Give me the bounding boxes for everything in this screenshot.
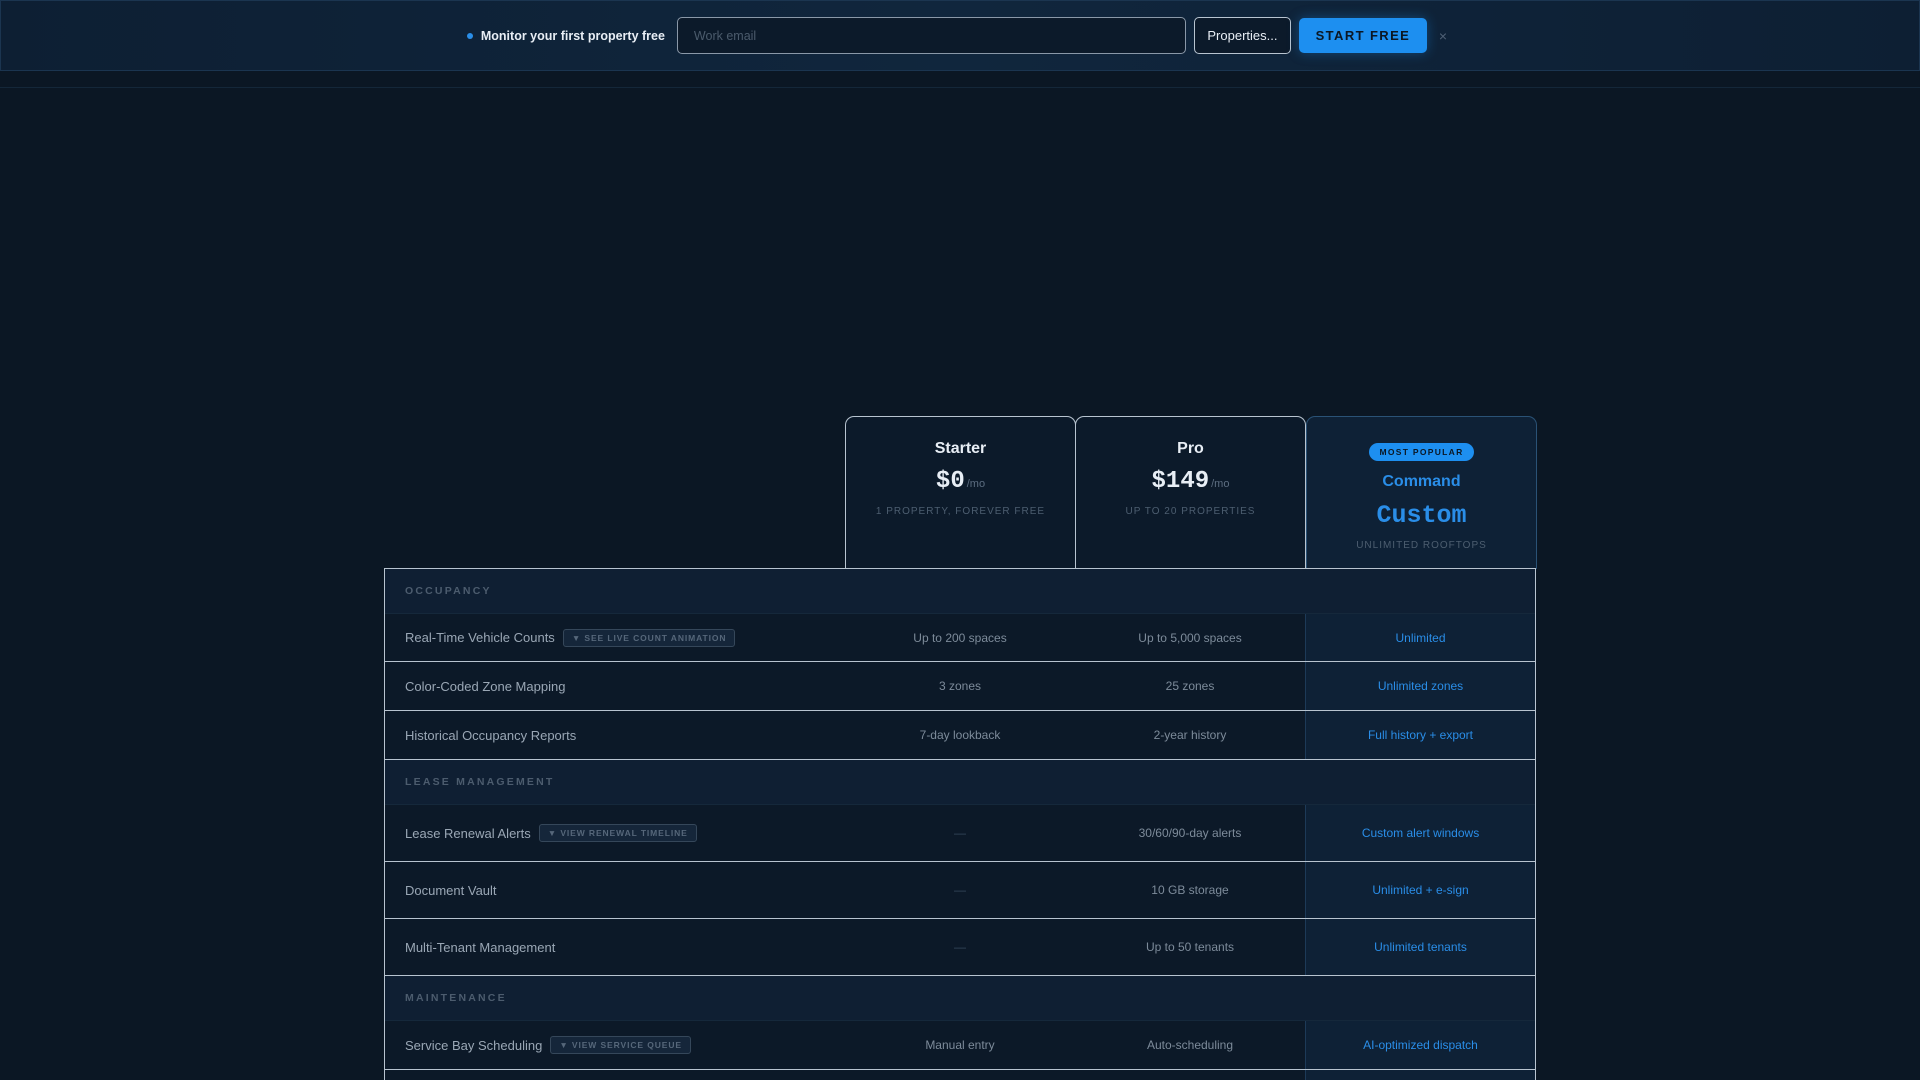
- most-popular-badge: MOST POPULAR: [1369, 443, 1474, 461]
- work-email-input[interactable]: [676, 17, 1186, 54]
- close-icon[interactable]: ×: [1439, 28, 1447, 44]
- feature-name: Historical Occupancy Reports: [405, 727, 577, 743]
- plan-name: Starter: [934, 440, 987, 457]
- plan-price: $0: [935, 468, 965, 495]
- table-row: [385, 1070, 1535, 1080]
- starter-value: Up to 200 spaces: [913, 630, 1007, 645]
- feature-name: Lease Renewal Alerts: [405, 825, 531, 841]
- pro-value: 2-year history: [1153, 728, 1227, 742]
- plan-subtitle: UNLIMITED ROOFTOPS: [1356, 540, 1487, 551]
- starter-value: 7-day lookback: [919, 728, 1001, 742]
- promo-banner: Monitor your first property free Propert…: [0, 0, 1920, 71]
- section-header: LEASE MANAGEMENT: [385, 760, 1535, 805]
- command-value: Unlimited tenants: [1305, 919, 1535, 975]
- starter-value: 3 zones: [938, 679, 982, 693]
- comparison-table: OCCUPANCY Real-Time Vehicle Counts ▼ SEE…: [384, 568, 1536, 1080]
- starter-value: —: [954, 883, 966, 897]
- properties-select[interactable]: Properties...: [1193, 17, 1291, 54]
- plan-price: $149: [1151, 468, 1210, 495]
- command-value: Unlimited + e-sign: [1305, 862, 1535, 918]
- feature-name: Service Bay Scheduling: [405, 1037, 543, 1053]
- table-row: Lease Renewal Alerts ▼ VIEW RENEWAL TIME…: [385, 805, 1535, 862]
- plan-period: /mo: [1211, 478, 1230, 490]
- starter-value: Manual entry: [925, 1038, 995, 1052]
- pro-value: Up to 5,000 spaces: [1138, 630, 1242, 645]
- divider: [0, 87, 1920, 88]
- table-row: Service Bay Scheduling ▼ VIEW SERVICE QU…: [385, 1021, 1535, 1070]
- feature-name: Multi-Tenant Management: [405, 939, 556, 955]
- plan-name: Command: [1382, 473, 1461, 490]
- plan-subtitle: UP TO 20 PROPERTIES: [1125, 506, 1256, 517]
- plan-name: Pro: [1177, 440, 1204, 457]
- banner-text: Monitor your first property free: [480, 28, 665, 43]
- table-row: Color-Coded Zone Mapping 3 zones 25 zone…: [385, 662, 1535, 711]
- plan-period: /mo: [966, 478, 986, 490]
- plan-card-starter: Starter $0 /mo 1 PROPERTY, FOREVER FREE: [845, 416, 1076, 569]
- feature-name: Real-Time Vehicle Counts: [405, 630, 555, 645]
- pro-value: 10 GB storage: [1151, 883, 1229, 897]
- starter-value: —: [954, 940, 966, 954]
- table-row: Historical Occupancy Reports 7-day lookb…: [385, 711, 1535, 760]
- table-row: Multi-Tenant Management — Up to 50 tenan…: [385, 919, 1535, 976]
- start-free-button[interactable]: START FREE: [1298, 18, 1427, 53]
- plan-card-pro: Pro $149 /mo UP TO 20 PROPERTIES: [1075, 416, 1306, 569]
- plan-card-command: MOST POPULAR Command Custom UNLIMITED RO…: [1306, 416, 1537, 569]
- status-dot-icon: [466, 32, 473, 39]
- live-count-animation-toggle[interactable]: ▼ SEE LIVE COUNT ANIMATION: [562, 628, 736, 647]
- service-queue-toggle[interactable]: ▼ VIEW SERVICE QUEUE: [550, 1036, 691, 1054]
- section-header: MAINTENANCE: [385, 976, 1535, 1021]
- table-row: Real-Time Vehicle Counts ▼ SEE LIVE COUN…: [385, 614, 1535, 662]
- feature-name: Color-Coded Zone Mapping: [405, 678, 566, 694]
- pro-value: Auto-scheduling: [1146, 1038, 1234, 1052]
- plan-subtitle: 1 PROPERTY, FOREVER FREE: [875, 506, 1046, 517]
- table-row: Document Vault — 10 GB storage Unlimited…: [385, 862, 1535, 919]
- pro-value: Up to 50 tenants: [1145, 940, 1235, 954]
- command-value: Unlimited: [1305, 614, 1535, 661]
- starter-value: —: [954, 826, 966, 840]
- feature-name: Document Vault: [405, 882, 497, 898]
- command-value: AI-optimized dispatch: [1305, 1021, 1535, 1069]
- renewal-timeline-toggle[interactable]: ▼ VIEW RENEWAL TIMELINE: [538, 824, 697, 842]
- plan-price: Custom: [1376, 501, 1467, 530]
- command-value: Full history + export: [1305, 711, 1535, 759]
- command-value: Unlimited zones: [1305, 662, 1535, 710]
- pro-value: 30/60/90-day alerts: [1138, 826, 1242, 840]
- command-value: Custom alert windows: [1305, 805, 1535, 861]
- section-header: OCCUPANCY: [385, 569, 1535, 614]
- pro-value: 25 zones: [1165, 679, 1215, 693]
